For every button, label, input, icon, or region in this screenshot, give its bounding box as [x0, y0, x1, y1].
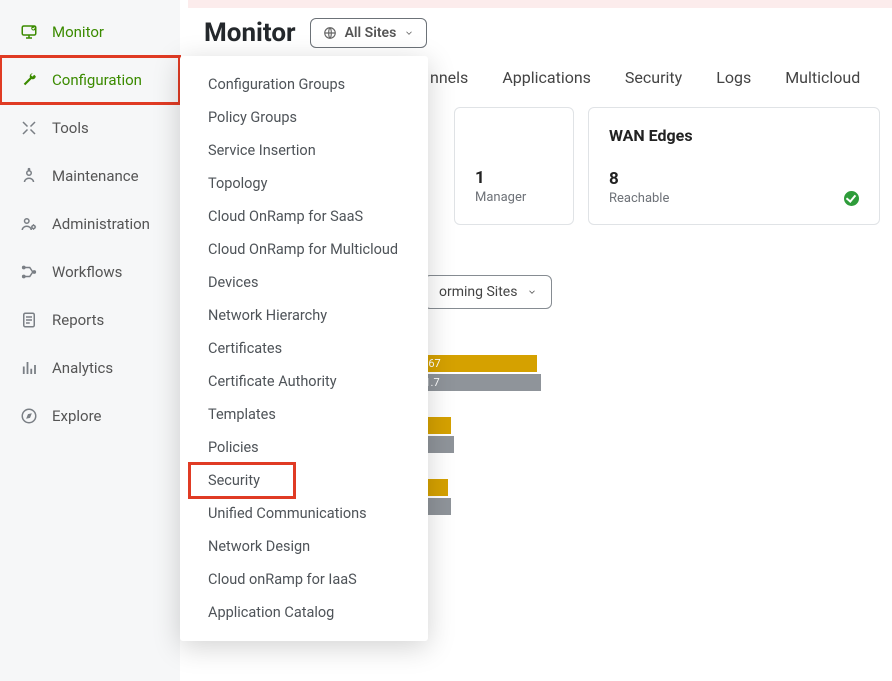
chevron-down-icon — [404, 28, 414, 38]
page-title-row: Monitor All Sites — [204, 18, 892, 48]
card-wan-edges-value: 8 — [609, 169, 669, 189]
card-wan-edges[interactable]: WAN Edges 8 Reachable — [588, 107, 880, 225]
flyout-unified-communications[interactable]: Unified Communications — [180, 497, 428, 530]
tab-logs[interactable]: Logs — [716, 68, 751, 87]
admin-icon — [18, 215, 40, 233]
tab-multicloud[interactable]: Multicloud — [785, 68, 860, 87]
site-selector[interactable]: All Sites — [310, 18, 428, 48]
tab-applications[interactable]: Applications — [502, 68, 591, 87]
sidebar-item-label: Administration — [52, 215, 150, 233]
sidebar-item-configuration[interactable]: Configuration — [0, 56, 180, 104]
flyout-certificates[interactable]: Certificates — [180, 332, 428, 365]
tools-icon — [18, 119, 40, 137]
flyout-policy-groups[interactable]: Policy Groups — [180, 101, 428, 134]
workflows-icon — [18, 263, 40, 281]
sidebar-item-monitor[interactable]: Monitor — [0, 8, 180, 56]
card-manager-label: Manager — [475, 190, 553, 205]
card-wan-edges-title: WAN Edges — [609, 126, 859, 145]
performing-sites-dropdown[interactable]: orming Sites — [424, 275, 552, 309]
sidebar-item-label: Reports — [52, 311, 104, 329]
wrench-icon — [18, 71, 40, 89]
card-wan-edges-label: Reachable — [609, 191, 669, 206]
sidebar-item-tools[interactable]: Tools — [0, 104, 180, 152]
card-manager-value: 1 — [475, 168, 553, 188]
flyout-cloud-onramp-multicloud[interactable]: Cloud OnRamp for Multicloud — [180, 233, 428, 266]
summary-cards: 1 Manager WAN Edges 8 Reachable — [454, 107, 892, 225]
flyout-templates[interactable]: Templates — [180, 398, 428, 431]
sidebar-item-label: Tools — [52, 119, 89, 137]
analytics-icon — [18, 359, 40, 377]
compass-icon — [18, 407, 40, 425]
flyout-cloud-onramp-iaas[interactable]: Cloud onRamp for IaaS — [180, 563, 428, 596]
tab-security[interactable]: Security — [625, 68, 682, 87]
performing-sites-label: orming Sites — [439, 284, 517, 300]
tab-tunnels[interactable]: nnels — [430, 68, 468, 87]
sidebar-item-administration[interactable]: Administration — [0, 200, 180, 248]
sidebar-item-explore[interactable]: Explore — [0, 392, 180, 440]
maintenance-icon — [18, 167, 40, 185]
sidebar: Monitor Configuration Tools Maintenance … — [0, 0, 180, 681]
flyout-network-design[interactable]: Network Design — [180, 530, 428, 563]
page-title: Monitor — [204, 18, 296, 48]
flyout-application-catalog[interactable]: Application Catalog — [180, 596, 428, 629]
sidebar-item-label: Monitor — [52, 23, 104, 41]
flyout-security[interactable]: Security — [180, 464, 428, 497]
flyout-service-insertion[interactable]: Service Insertion — [180, 134, 428, 167]
sidebar-item-label: Configuration — [52, 71, 142, 89]
flyout-network-hierarchy[interactable]: Network Hierarchy — [180, 299, 428, 332]
sidebar-item-label: Workflows — [52, 263, 122, 281]
configuration-flyout-menu: Configuration Groups Policy Groups Servi… — [180, 56, 428, 641]
flyout-topology[interactable]: Topology — [180, 167, 428, 200]
flyout-configuration-groups[interactable]: Configuration Groups — [180, 68, 428, 101]
sidebar-item-maintenance[interactable]: Maintenance — [0, 152, 180, 200]
sidebar-item-workflows[interactable]: Workflows — [0, 248, 180, 296]
sidebar-item-label: Explore — [52, 407, 102, 425]
sidebar-item-analytics[interactable]: Analytics — [0, 344, 180, 392]
globe-icon — [323, 26, 337, 40]
card-manager[interactable]: 1 Manager — [454, 107, 574, 225]
monitor-icon — [18, 23, 40, 41]
flyout-certificate-authority[interactable]: Certificate Authority — [180, 365, 428, 398]
status-ok-icon — [844, 191, 859, 206]
sidebar-item-label: Maintenance — [52, 167, 139, 185]
site-selector-label: All Sites — [345, 25, 397, 41]
flyout-cloud-onramp-saas[interactable]: Cloud OnRamp for SaaS — [180, 200, 428, 233]
flyout-devices[interactable]: Devices — [180, 266, 428, 299]
chevron-down-icon — [527, 287, 537, 297]
flyout-policies[interactable]: Policies — [180, 431, 428, 464]
sidebar-item-reports[interactable]: Reports — [0, 296, 180, 344]
sidebar-item-label: Analytics — [52, 359, 113, 377]
reports-icon — [18, 311, 40, 329]
tabs: nnels Applications Security Logs Multicl… — [430, 68, 892, 87]
